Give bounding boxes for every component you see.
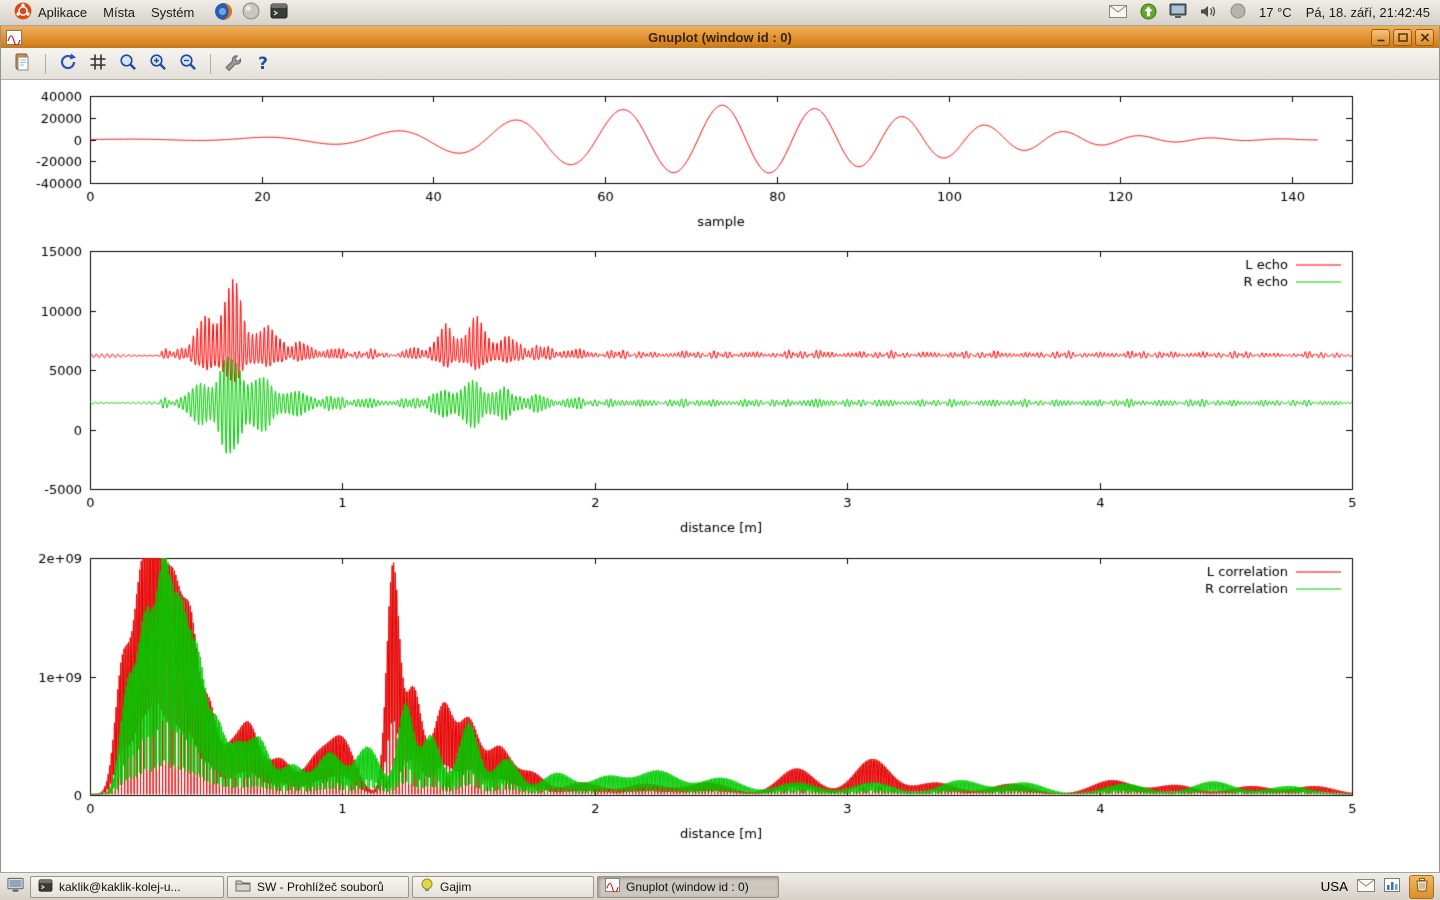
- window-icon: [6, 30, 22, 45]
- file-manager-icon: [235, 879, 251, 895]
- taskbar-button-label: Gajim: [440, 880, 471, 894]
- temperature-applet[interactable]: 17 °C: [1257, 1, 1294, 25]
- desktop: Aplikace Místa Systém: [0, 0, 1440, 900]
- taskbar-button-gnuplot[interactable]: Gnuplot (window id : 0): [597, 876, 779, 898]
- close-button[interactable]: [1415, 29, 1434, 46]
- correlation-chart-canvas: [1, 546, 1439, 860]
- help-button[interactable]: ?: [249, 51, 277, 77]
- temperature-label: 17 °C: [1259, 5, 1292, 20]
- zoom-previous-button[interactable]: [114, 51, 142, 77]
- taskbar-button-label: kaklik@kaklik-kolej-u...: [59, 880, 181, 894]
- globe-launcher[interactable]: [240, 2, 262, 24]
- updates-icon: [1140, 3, 1157, 23]
- show-desktop-icon: [7, 877, 24, 896]
- minimize-button[interactable]: [1371, 29, 1390, 46]
- globe-icon: [242, 2, 260, 23]
- keyboard-layout-indicator[interactable]: USA: [1321, 879, 1348, 894]
- display-icon: [1169, 3, 1187, 22]
- maximize-button[interactable]: [1393, 29, 1412, 46]
- copy-to-clipboard-button[interactable]: [9, 51, 37, 77]
- terminal-icon: [38, 879, 53, 895]
- echo-chart-canvas: [1, 238, 1439, 546]
- zoom-in-button[interactable]: [144, 51, 172, 77]
- taskbar-button-file-manager[interactable]: SW - Prohlížeč souborů: [227, 876, 409, 898]
- taskbar-button-label: Gnuplot (window id : 0): [626, 880, 749, 894]
- zoom-out-icon: [178, 52, 198, 75]
- volume-icon: [1200, 4, 1217, 22]
- system-menu-label: Systém: [151, 5, 194, 20]
- grid-icon: [88, 52, 108, 75]
- mail-icon: [1109, 5, 1127, 21]
- firefox-icon: [214, 2, 233, 24]
- wrench-icon: [223, 52, 243, 75]
- ubuntu-logo-icon: [14, 2, 32, 23]
- chart-tray-button[interactable]: [1384, 878, 1400, 895]
- show-desktop-button[interactable]: [3, 875, 27, 899]
- mail-tray-button[interactable]: [1107, 2, 1129, 24]
- updates-tray-button[interactable]: [1137, 2, 1159, 24]
- clock-applet[interactable]: Pá, 18. září, 21:42:45: [1302, 1, 1434, 25]
- help-icon: ?: [258, 54, 268, 74]
- firefox-launcher[interactable]: [212, 2, 234, 24]
- taskbar-tray: USA: [1321, 875, 1437, 899]
- replot-button[interactable]: [54, 51, 82, 77]
- titlebar[interactable]: Gnuplot (window id : 0): [1, 26, 1439, 48]
- bottom-panel: kaklik@kaklik-kolej-u... SW - Prohlížeč …: [0, 872, 1440, 900]
- zoom-out-button[interactable]: [174, 51, 202, 77]
- terminal-icon: [270, 3, 288, 22]
- toggle-grid-button[interactable]: [84, 51, 112, 77]
- window-title: Gnuplot (window id : 0): [1, 30, 1439, 45]
- applications-menu[interactable]: Aplikace: [6, 1, 95, 25]
- clock-label: Pá, 18. září, 21:42:45: [1306, 5, 1430, 20]
- taskbar-button-terminal[interactable]: kaklik@kaklik-kolej-u...: [30, 876, 224, 898]
- gnuplot-toolbar: ?: [1, 48, 1439, 80]
- places-menu-label: Místa: [103, 5, 135, 20]
- copy-icon: [13, 52, 33, 75]
- panel-status-area: 17 °C Pá, 18. září, 21:42:45: [1107, 1, 1434, 25]
- keyboard-layout-label: USA: [1321, 879, 1348, 894]
- applications-menu-label: Aplikace: [38, 5, 87, 20]
- weather-tray-button[interactable]: [1227, 2, 1249, 24]
- chart-icon: [1384, 878, 1400, 895]
- zoom-icon: [118, 52, 138, 75]
- places-menu[interactable]: Místa: [95, 1, 143, 25]
- trash-icon: [1416, 878, 1428, 895]
- plot-area: [1, 80, 1439, 860]
- toolbar-separator: [210, 54, 211, 74]
- mail-icon: [1357, 879, 1375, 895]
- panel-launchers: [212, 2, 290, 24]
- window-controls: [1371, 29, 1434, 46]
- taskbar-button-gajim[interactable]: Gajim: [412, 876, 594, 898]
- weather-icon: [1230, 3, 1246, 22]
- settings-button[interactable]: [219, 51, 247, 77]
- taskbar-button-label: SW - Prohlížeč souborů: [257, 880, 384, 894]
- mail-tray-button[interactable]: [1357, 879, 1375, 895]
- terminal-launcher[interactable]: [268, 2, 290, 24]
- toolbar-separator: [45, 54, 46, 74]
- top-panel: Aplikace Místa Systém: [0, 0, 1440, 26]
- zoom-in-icon: [148, 52, 168, 75]
- gnuplot-window: Gnuplot (window id : 0): [0, 26, 1440, 872]
- gajim-icon: [420, 878, 434, 895]
- replot-icon: [58, 52, 78, 75]
- trash-button[interactable]: [1409, 875, 1434, 899]
- system-menu[interactable]: Systém: [143, 1, 202, 25]
- display-tray-button[interactable]: [1167, 2, 1189, 24]
- waveform-chart-canvas: [1, 80, 1439, 238]
- gnuplot-icon: [605, 878, 620, 895]
- volume-tray-button[interactable]: [1197, 2, 1219, 24]
